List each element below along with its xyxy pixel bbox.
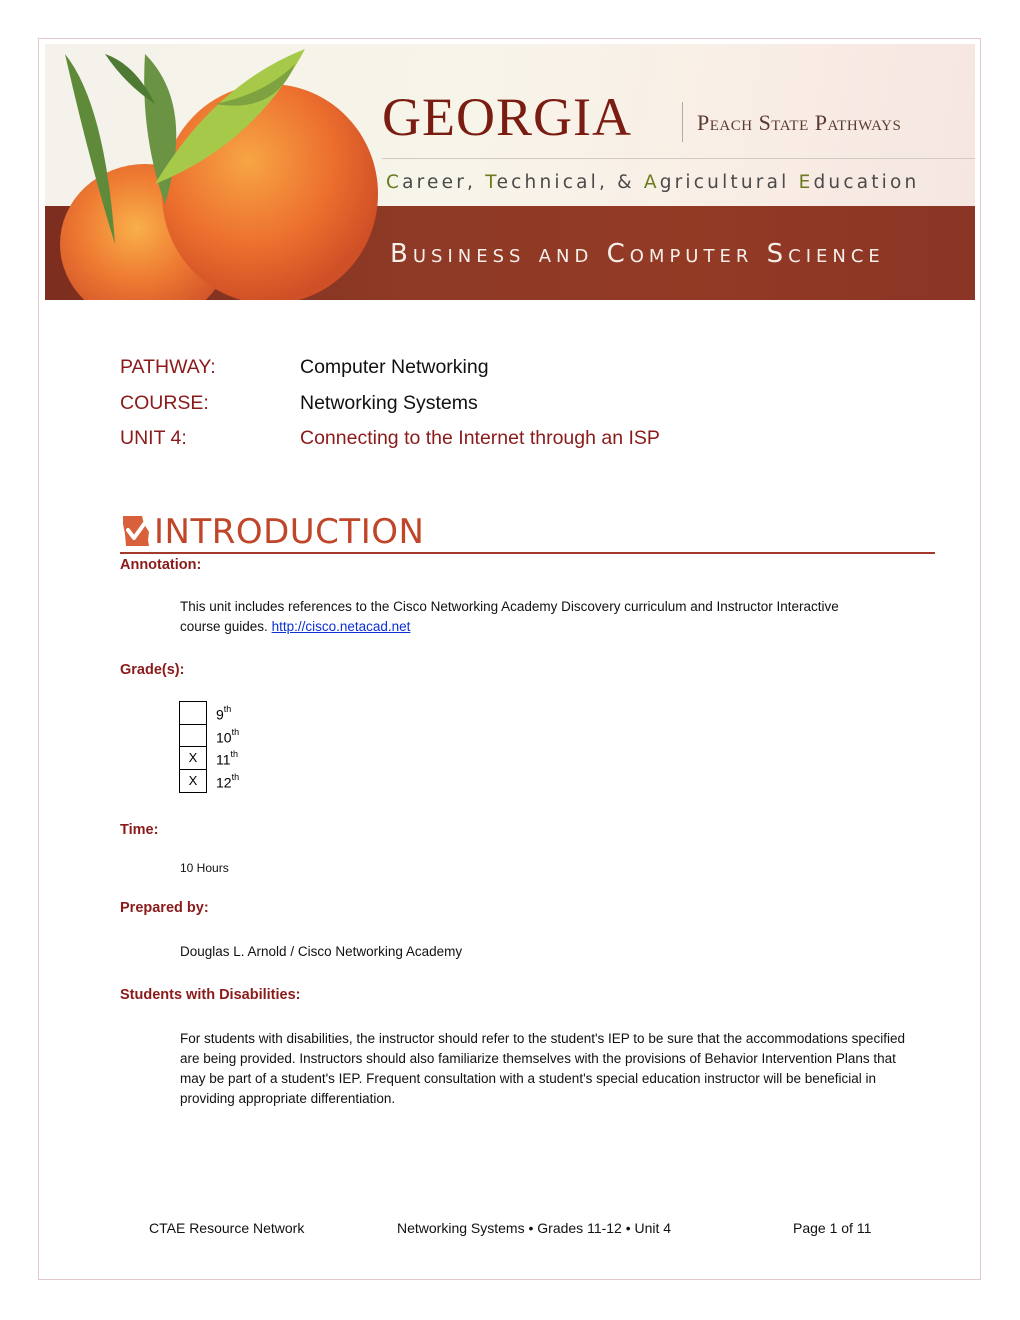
grade-number: 12 xyxy=(216,774,232,791)
annotation-label: Annotation: xyxy=(120,557,202,573)
course-label: COURSE: xyxy=(120,392,209,414)
grade-suffix: th xyxy=(231,726,240,737)
grade-checkbox-9[interactable] xyxy=(179,701,207,725)
georgia-checkmark-icon xyxy=(123,516,149,546)
footer-left: CTAE Resource Network xyxy=(149,1220,305,1236)
peach-illustration-icon xyxy=(60,49,378,300)
course-value: Networking Systems xyxy=(300,392,478,414)
header-banner: GEORGIA Peach State Pathways Career, Tec… xyxy=(45,44,975,300)
grade-number: 10 xyxy=(216,729,232,746)
grade-label-12: 12th xyxy=(216,771,240,791)
subtitle-initial: E xyxy=(798,172,814,193)
pathway-label: PATHWAY: xyxy=(120,356,216,378)
disabilities-text: For students with disabilities, the inst… xyxy=(180,1031,905,1106)
footer-page-number: Page 1 of 11 xyxy=(793,1220,872,1236)
subtitle-word: areer, xyxy=(402,172,486,193)
grade-number: 9 xyxy=(216,706,224,723)
pathway-value: Computer Networking xyxy=(300,356,489,378)
unit-title: Connecting to the Internet through an IS… xyxy=(300,427,660,449)
grade-checkbox-12[interactable]: X xyxy=(179,768,207,793)
prepared-by-value: Douglas L. Arnold / Cisco Networking Aca… xyxy=(180,944,463,959)
grade-label-10: 10th xyxy=(216,726,240,746)
grade-checkbox-11[interactable]: X xyxy=(179,746,207,770)
subtitle-word: echnical, & xyxy=(496,172,644,193)
grade-checkbox-10[interactable] xyxy=(179,723,207,748)
introduction-heading: INTRODUCTION xyxy=(120,512,935,554)
subtitle-initial: A xyxy=(643,172,660,193)
grade-suffix: th xyxy=(231,771,240,782)
banner-separator xyxy=(682,102,683,142)
subtitle-initial: T xyxy=(485,172,497,193)
grade-label-9: 9th xyxy=(216,704,232,723)
time-label: Time: xyxy=(120,822,159,838)
banner-divider xyxy=(382,158,975,159)
footer-center: Networking Systems • Grades 11-12 • Unit… xyxy=(397,1220,672,1236)
prepared-by-label: Prepared by: xyxy=(120,900,209,916)
grade-number: 11 xyxy=(216,751,231,768)
grade-suffix: th xyxy=(230,749,239,759)
netacad-link[interactable]: http://cisco.netacad.net xyxy=(272,619,411,634)
subtitle-word: ducation xyxy=(813,172,920,193)
department-title: Business and Computer Science xyxy=(390,239,885,269)
time-value: 10 Hours xyxy=(180,861,229,875)
unit-label: UNIT 4: xyxy=(120,427,187,449)
grade-label-11: 11th xyxy=(216,749,239,768)
annotation-text: This unit includes references to the Cis… xyxy=(180,597,880,637)
subtitle-word: gricultural xyxy=(659,172,799,193)
disabilities-label: Students with Disabilities: xyxy=(120,987,301,1003)
grade-suffix: th xyxy=(223,704,232,714)
ctae-subtitle: Career, Technical, & Agricultural Educat… xyxy=(386,172,919,193)
peach-state-pathways: Peach State Pathways xyxy=(697,110,902,135)
introduction-title: INTRODUCTION xyxy=(154,512,425,552)
georgia-wordmark: GEORGIA xyxy=(382,87,632,147)
subtitle-initial: C xyxy=(386,172,403,193)
grades-label: Grade(s): xyxy=(120,662,185,678)
